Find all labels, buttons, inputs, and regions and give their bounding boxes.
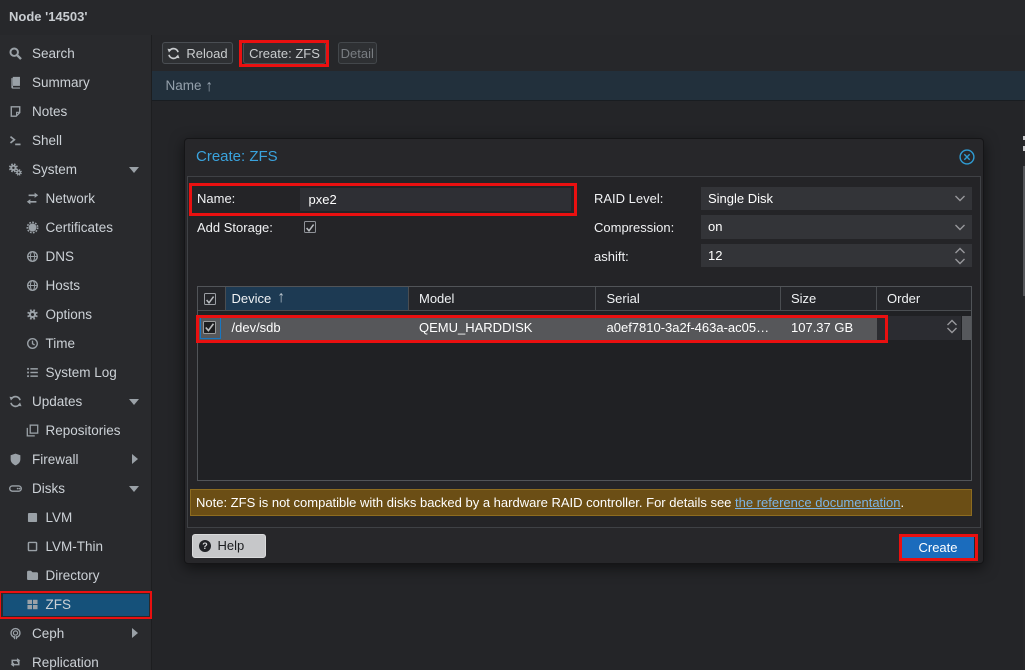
svg-text:?: ? [202, 541, 208, 551]
